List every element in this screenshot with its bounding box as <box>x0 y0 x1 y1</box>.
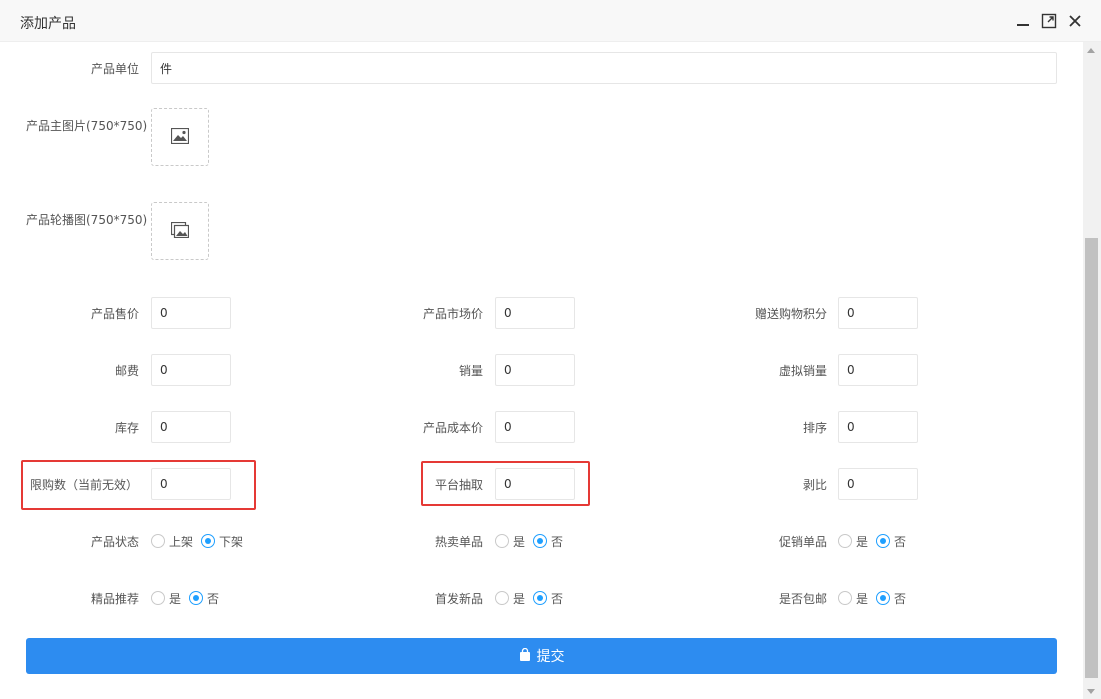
promo-yes-radio[interactable]: 是 <box>838 533 868 550</box>
platform-fee-label: 平台抽取 <box>434 478 483 492</box>
hot-radio-group: 是 否 <box>495 531 571 551</box>
add-product-dialog: 添加产品 产品单位 产品主图片(750*750) 产品轮播图(750*750) <box>0 0 1101 699</box>
status-radio-group: 上架 下架 <box>151 531 251 551</box>
radio-dot <box>838 591 852 605</box>
price-label: 产品售价 <box>90 307 139 321</box>
carousel-upload[interactable] <box>151 202 209 260</box>
limit-label: 限购数（当前无效） <box>30 478 139 492</box>
maximize-icon[interactable] <box>1039 11 1059 31</box>
ratio-input[interactable] <box>838 468 918 500</box>
submit-label: 提交 <box>536 649 565 665</box>
new-release-label: 首发新品 <box>434 592 483 606</box>
scroll-down-arrow-icon[interactable] <box>1087 689 1095 694</box>
image-icon <box>170 127 190 147</box>
postage-input[interactable] <box>151 354 231 386</box>
radio-dot-checked <box>201 534 216 548</box>
sales-label: 销量 <box>458 364 483 378</box>
radio-dot <box>151 534 165 548</box>
virtual-sales-input[interactable] <box>838 354 918 386</box>
recommend-label: 精品推荐 <box>90 592 139 606</box>
status-label: 产品状态 <box>90 535 139 549</box>
price-input[interactable] <box>151 297 231 329</box>
sales-input[interactable] <box>495 354 575 386</box>
free-shipping-radio-group: 是 否 <box>838 588 914 608</box>
new-release-yes-radio[interactable]: 是 <box>495 590 525 607</box>
radio-dot-checked <box>189 591 204 605</box>
unit-input[interactable] <box>151 52 1057 84</box>
sort-input[interactable] <box>838 411 918 443</box>
promo-radio-group: 是 否 <box>838 531 914 551</box>
radio-dot <box>495 591 509 605</box>
images-icon <box>170 221 190 241</box>
radio-dot <box>838 534 852 548</box>
recommend-radio-group: 是 否 <box>151 588 227 608</box>
sort-label: 排序 <box>802 421 827 435</box>
hot-no-radio[interactable]: 否 <box>533 533 563 550</box>
market-price-input[interactable] <box>495 297 575 329</box>
recommend-no-radio[interactable]: 否 <box>189 590 219 607</box>
dialog-titlebar: 添加产品 <box>0 0 1101 42</box>
main-image-label: 产品主图片(750*750) <box>26 119 148 133</box>
carousel-label: 产品轮播图(750*750) <box>26 213 148 227</box>
promo-no-radio[interactable]: 否 <box>876 533 906 550</box>
radio-dot-checked <box>533 591 548 605</box>
ratio-label: 剥比 <box>802 478 827 492</box>
status-off-radio[interactable]: 下架 <box>201 533 243 550</box>
minimize-icon[interactable] <box>1013 11 1033 31</box>
stock-label: 库存 <box>114 421 139 435</box>
recommend-yes-radio[interactable]: 是 <box>151 590 181 607</box>
new-release-no-radio[interactable]: 否 <box>533 590 563 607</box>
hot-label: 热卖单品 <box>434 535 483 549</box>
unit-label: 产品单位 <box>90 62 139 76</box>
cost-label: 产品成本价 <box>422 421 483 435</box>
gift-points-label: 赠送购物积分 <box>754 307 827 321</box>
free-shipping-label: 是否包邮 <box>778 592 827 606</box>
status-on-radio[interactable]: 上架 <box>151 533 193 550</box>
scrollbar-thumb[interactable] <box>1085 238 1098 678</box>
free-shipping-no-radio[interactable]: 否 <box>876 590 906 607</box>
close-icon[interactable] <box>1065 11 1085 31</box>
cost-input[interactable] <box>495 411 575 443</box>
radio-dot-checked <box>876 591 891 605</box>
postage-label: 邮费 <box>114 364 139 378</box>
radio-dot-checked <box>533 534 548 548</box>
radio-dot <box>151 591 165 605</box>
gift-points-input[interactable] <box>838 297 918 329</box>
free-shipping-yes-radio[interactable]: 是 <box>838 590 868 607</box>
hot-yes-radio[interactable]: 是 <box>495 533 525 550</box>
stock-input[interactable] <box>151 411 231 443</box>
dialog-title: 添加产品 <box>20 16 76 32</box>
new-release-radio-group: 是 否 <box>495 588 571 608</box>
radio-dot-checked <box>876 534 891 548</box>
platform-fee-input[interactable] <box>495 468 575 500</box>
radio-dot <box>495 534 509 548</box>
market-price-label: 产品市场价 <box>422 307 483 321</box>
limit-input[interactable] <box>151 468 231 500</box>
main-image-upload[interactable] <box>151 108 209 166</box>
bag-icon <box>519 647 537 665</box>
scroll-up-arrow-icon[interactable] <box>1087 48 1095 53</box>
promo-label: 促销单品 <box>778 535 827 549</box>
submit-button[interactable]: 提交 <box>26 638 1057 674</box>
virtual-sales-label: 虚拟销量 <box>778 364 827 378</box>
